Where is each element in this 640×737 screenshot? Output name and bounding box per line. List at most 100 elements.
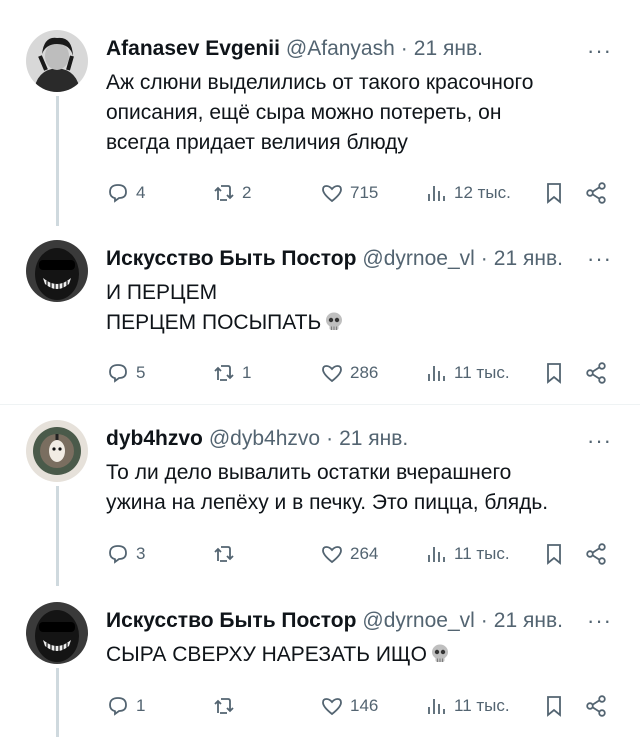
tweet-header: dyb4hzvo @dyb4hzvo · 21 янв. <box>106 426 408 452</box>
more-options-button[interactable]: ··· <box>587 248 612 270</box>
timestamp[interactable]: 21 янв. <box>339 427 408 451</box>
like-count: 146 <box>350 696 379 715</box>
reply-icon <box>109 364 127 383</box>
repost-icon <box>214 546 234 562</box>
like-icon <box>322 365 342 383</box>
text-line: То ли дело вывалить остатки вчерашнего <box>106 461 512 484</box>
repost-count: 2 <box>242 183 252 202</box>
like-icon <box>322 185 342 203</box>
like-icon <box>322 698 342 716</box>
repost-button[interactable] <box>212 541 242 567</box>
timestamp[interactable]: 21 янв. <box>414 37 483 61</box>
display-name[interactable]: Искусство Быть Постор <box>106 609 356 633</box>
tweet-text: То ли дело вывалить остатки вчерашнего у… <box>106 458 616 518</box>
timestamp[interactable]: 21 янв. <box>494 609 563 633</box>
avatar[interactable] <box>26 420 88 482</box>
handle[interactable]: @dyb4hzvo <box>209 427 320 451</box>
reply-button[interactable]: 1 <box>106 693 145 719</box>
text-line: СЫРА СВЕРХУ НАРЕЗАТЬ ИЩО <box>106 640 616 670</box>
like-icon <box>322 546 342 564</box>
reply-count: 3 <box>136 544 146 563</box>
share-button[interactable] <box>584 541 614 567</box>
views-count: 12 тыс. <box>454 183 511 202</box>
handle[interactable]: @dyrnoe_vl <box>362 247 474 271</box>
thread-line <box>56 486 59 586</box>
repost-button[interactable]: 2 <box>212 180 251 206</box>
tweet-header: Искусство Быть Постор @dyrnoe_vl · 21 ян… <box>106 608 563 634</box>
repost-count: 1 <box>242 363 252 382</box>
display-name[interactable]: Afanasev Evgenii <box>106 37 280 61</box>
views-button[interactable]: 11 тыс. <box>424 541 510 567</box>
text-line: И ПЕРЦЕМ <box>106 281 218 304</box>
text-line: всегда придает величия блюду <box>106 131 408 154</box>
share-icon <box>586 695 606 717</box>
like-button[interactable]: 146 <box>320 693 378 719</box>
text-line: ПЕРЦЕМ ПОСЫПАТЬ <box>106 308 616 338</box>
text-line: Аж слюни выделились от такого красочного <box>106 71 534 94</box>
bookmark-button[interactable] <box>542 360 572 386</box>
handle[interactable]: @Afanyash <box>286 37 395 61</box>
repost-button[interactable]: 1 <box>212 360 251 386</box>
reply-count: 1 <box>136 696 146 715</box>
bookmark-icon <box>547 696 561 717</box>
views-button[interactable]: 12 тыс. <box>424 180 511 206</box>
bookmark-button[interactable] <box>542 541 572 567</box>
tweet-text: СЫРА СВЕРХУ НАРЕЗАТЬ ИЩО <box>106 640 616 670</box>
text-line-content: ПЕРЦЕМ ПОСЫПАТЬ <box>106 311 322 334</box>
repost-icon <box>214 365 234 381</box>
reply-count: 4 <box>136 183 146 202</box>
skull-emoji <box>431 644 448 662</box>
share-button[interactable] <box>584 180 614 206</box>
share-button[interactable] <box>584 360 614 386</box>
more-options-button[interactable]: ··· <box>587 40 612 62</box>
action-bar: 5 1 286 11 тыс. <box>106 360 616 386</box>
avatar[interactable] <box>26 240 88 302</box>
action-bar: 4 2 715 12 тыс. <box>106 180 616 206</box>
tweet-text: И ПЕРЦЕМ ПЕРЦЕМ ПОСЫПАТЬ <box>106 278 616 338</box>
views-icon <box>428 547 445 562</box>
bookmark-button[interactable] <box>542 180 572 206</box>
reply-count: 5 <box>136 363 146 382</box>
views-button[interactable]: 11 тыс. <box>424 693 510 719</box>
separator-dot: · <box>400 37 408 60</box>
like-button[interactable]: 286 <box>320 360 378 386</box>
tweet-header: Afanasev Evgenii @Afanyash · 21 янв. <box>106 36 483 62</box>
display-name[interactable]: dyb4hzvo <box>106 427 203 451</box>
bookmark-icon <box>547 544 561 565</box>
repost-icon <box>214 698 234 714</box>
reply-button[interactable]: 3 <box>106 541 145 567</box>
separator-dot: · <box>480 609 488 632</box>
bookmark-icon <box>547 363 561 384</box>
timestamp[interactable]: 21 янв. <box>494 247 563 271</box>
avatar[interactable] <box>26 602 88 664</box>
reply-icon <box>109 545 127 564</box>
bookmark-button[interactable] <box>542 693 572 719</box>
separator-dot: · <box>326 427 334 450</box>
text-line-content: СЫРА СВЕРХУ НАРЕЗАТЬ ИЩО <box>106 643 427 666</box>
reply-icon <box>109 697 127 716</box>
action-bar: 3 264 11 тыс. <box>106 541 616 567</box>
reply-button[interactable]: 5 <box>106 360 145 386</box>
thread-line <box>56 668 59 737</box>
text-line: ужина на лепёху и в печку. Это пицца, бл… <box>106 491 549 514</box>
avatar[interactable] <box>26 30 88 92</box>
like-count: 286 <box>350 363 379 382</box>
like-count: 715 <box>350 183 379 202</box>
tweet-text: Аж слюни выделились от такого красочного… <box>106 68 616 158</box>
views-button[interactable]: 11 тыс. <box>424 360 510 386</box>
display-name[interactable]: Искусство Быть Постор <box>106 247 356 271</box>
separator-dot: · <box>480 247 488 270</box>
reply-button[interactable]: 4 <box>106 180 145 206</box>
share-button[interactable] <box>584 693 614 719</box>
like-count: 264 <box>350 544 379 563</box>
handle[interactable]: @dyrnoe_vl <box>362 609 474 633</box>
repost-button[interactable] <box>212 693 242 719</box>
bookmark-icon <box>547 183 561 204</box>
views-count: 11 тыс. <box>454 696 510 715</box>
like-button[interactable]: 264 <box>320 541 378 567</box>
skull-emoji <box>326 312 343 330</box>
like-button[interactable]: 715 <box>320 180 378 206</box>
more-options-button[interactable]: ··· <box>587 610 612 632</box>
more-options-button[interactable]: ··· <box>587 430 612 452</box>
repost-icon <box>214 185 234 201</box>
